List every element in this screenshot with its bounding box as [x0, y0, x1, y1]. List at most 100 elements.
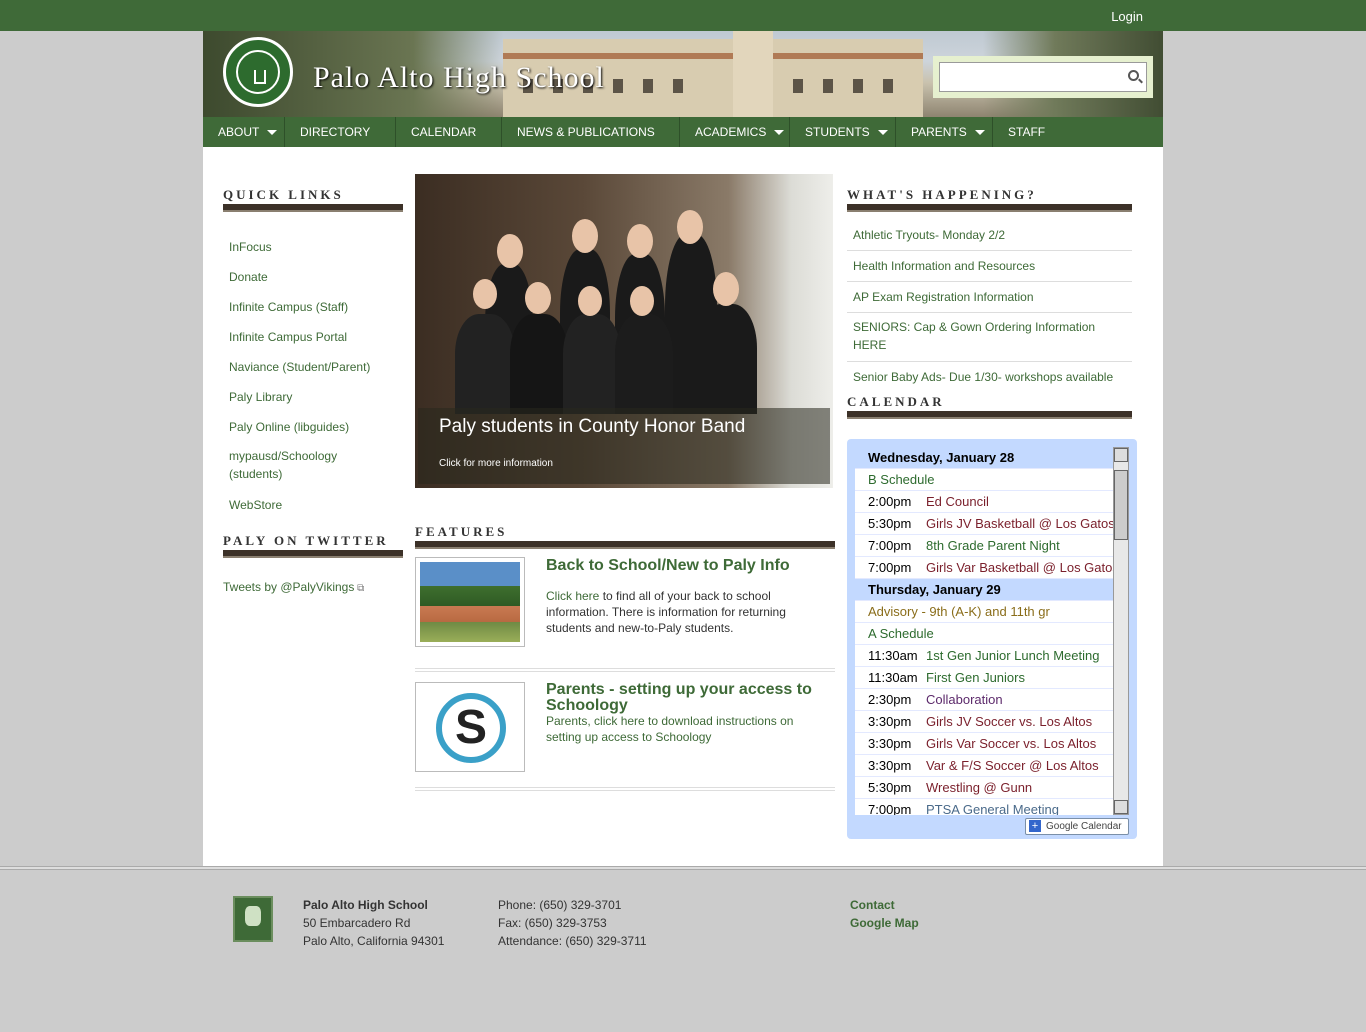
nav-students[interactable]: STUDENTS [790, 117, 896, 147]
feature-link[interactable]: Click here [546, 589, 599, 603]
nav-news-publications[interactable]: NEWS & PUBLICATIONS [502, 117, 680, 147]
footer-fax: Fax: (650) 329-3753 [498, 916, 607, 930]
twitter-link[interactable]: Tweets by @PalyVikings ⧉ [223, 580, 364, 594]
calendar-event[interactable]: 2:00pm Ed Council [855, 491, 1113, 513]
quick-link-item[interactable]: Infinite Campus Portal [229, 330, 347, 344]
scroll-down-arrow-icon[interactable] [1114, 800, 1128, 814]
calendar-event-title[interactable]: 1st Gen Junior Lunch Meeting [926, 645, 1099, 666]
news-item[interactable]: SENIORS: Cap & Gown Ordering Information… [853, 318, 1113, 354]
calendar-event[interactable]: 7:00pm Girls Var Basketball @ Los Gatos [855, 557, 1113, 579]
section-divider [847, 411, 1132, 419]
scroll-up-arrow-icon[interactable] [1114, 448, 1128, 462]
search-input[interactable] [939, 62, 1147, 92]
calendar-event-title[interactable]: First Gen Juniors [926, 667, 1025, 688]
footer-google-map-link[interactable]: Google Map [850, 916, 919, 930]
calendar-agenda[interactable]: Wednesday, January 28 B Schedule 2:00pm Ed … [855, 447, 1113, 815]
calendar-event-title[interactable]: Advisory - 9th (A-K) and 11th gr [868, 601, 1050, 622]
calendar-allday-event[interactable]: A Schedule [855, 623, 1113, 645]
quick-link-item[interactable]: mypausd/Schoology (students) [229, 447, 369, 483]
section-divider [847, 204, 1132, 212]
login-link[interactable]: Login [1111, 9, 1143, 24]
list-divider [847, 361, 1132, 362]
nav-academics[interactable]: ACADEMICS [680, 117, 790, 147]
calendar-event[interactable]: 7:00pm PTSA General Meeting [855, 799, 1113, 815]
calendar-event[interactable]: 5:30pm Wrestling @ Gunn [855, 777, 1113, 799]
footer-attendance: Attendance: (650) 329-3711 [498, 934, 647, 948]
calendar-event[interactable]: 11:30am 1st Gen Junior Lunch Meeting [855, 645, 1113, 667]
calendar-event-title[interactable]: Wrestling @ Gunn [926, 777, 1032, 798]
top-bar-inner: Login [203, 0, 1163, 31]
calendar-event-title[interactable]: PTSA General Meeting [926, 799, 1059, 815]
calendar-event-title[interactable]: 8th Grade Parent Night [926, 535, 1060, 556]
search-icon[interactable] [1128, 70, 1139, 81]
calendar-event[interactable]: 11:30am First Gen Juniors [855, 667, 1113, 689]
calendar-event-time: 3:30pm [868, 758, 912, 773]
quick-link-item[interactable]: Donate [229, 270, 268, 284]
calendar-event-title[interactable]: Girls JV Soccer vs. Los Altos [926, 711, 1092, 732]
feature-body-link[interactable]: Parents, click here to download instruct… [546, 713, 816, 745]
site-footer: Palo Alto High School 50 Embarcadero Rd … [203, 870, 1163, 1032]
footer-logo [233, 896, 273, 942]
section-divider [415, 541, 835, 549]
site-title[interactable]: Palo Alto High School [313, 61, 605, 95]
feature-title[interactable]: Back to School/New to Paly Info [546, 557, 790, 575]
news-item[interactable]: AP Exam Registration Information [853, 290, 1034, 304]
calendar-event-title[interactable]: A Schedule [868, 623, 934, 644]
nav-about[interactable]: ABOUT [203, 117, 285, 147]
nav-parents[interactable]: PARENTS [896, 117, 993, 147]
site-header: Palo Alto High School [203, 31, 1163, 117]
calendar-event-time: 7:00pm [868, 538, 912, 553]
featured-slideshow[interactable]: Paly students in County Honor Band Click… [415, 174, 833, 488]
calendar-event[interactable]: 3:30pm Girls Var Soccer vs. Los Altos [855, 733, 1113, 755]
news-item[interactable]: Senior Baby Ads- Due 1/30- workshops ava… [853, 370, 1113, 384]
feature-title[interactable]: Parents - setting up your access to Scho… [546, 682, 826, 714]
news-item[interactable]: Athletic Tryouts- Monday 2/2 [853, 228, 1005, 242]
calendar-allday-event[interactable]: B Schedule [855, 469, 1113, 491]
calendar-event-title[interactable]: Girls Var Soccer vs. Los Altos [926, 733, 1096, 754]
quick-link-item[interactable]: InFocus [229, 240, 272, 254]
nav-directory[interactable]: DIRECTORY [285, 117, 396, 147]
nav-staff[interactable]: STAFF [993, 117, 1063, 166]
google-calendar-button[interactable]: Google Calendar [1025, 818, 1129, 835]
whats-happening-title: WHAT'S HAPPENING? [847, 187, 1037, 202]
calendar-event-time: 7:00pm [868, 802, 912, 815]
scrollbar-thumb[interactable] [1114, 470, 1128, 540]
calendar-event[interactable]: 2:30pm Collaboration [855, 689, 1113, 711]
calendar-scrollbar[interactable] [1113, 447, 1129, 815]
feature-thumbnail[interactable]: S [415, 682, 525, 772]
quick-link-item[interactable]: Paly Library [229, 390, 292, 404]
calendar-event[interactable]: 3:30pm Var & F/S Soccer @ Los Altos [855, 755, 1113, 777]
slide-caption-title[interactable]: Paly students in County Honor Band [439, 416, 745, 438]
news-item[interactable]: Health Information and Resources [853, 259, 1035, 273]
calendar-event[interactable]: 3:30pm Girls JV Soccer vs. Los Altos [855, 711, 1113, 733]
quick-link-item[interactable]: Naviance (Student/Parent) [229, 360, 370, 374]
quick-link-item[interactable]: Paly Online (libguides) [229, 420, 349, 434]
calendar-event-title[interactable]: Ed Council [926, 491, 989, 512]
slide-caption-subtitle[interactable]: Click for more information [439, 458, 553, 469]
calendar-day-header[interactable]: Thursday, January 29 [855, 579, 1113, 601]
school-seal-logo[interactable] [223, 37, 293, 107]
calendar-event[interactable]: 7:00pm 8th Grade Parent Night [855, 535, 1113, 557]
dropdown-caret-icon [267, 130, 278, 136]
calendar-day-header[interactable]: Wednesday, January 28 [855, 447, 1113, 469]
quick-link-item[interactable]: WebStore [229, 498, 282, 512]
feature-thumbnail[interactable] [415, 557, 525, 647]
calendar-event-title[interactable]: Girls JV Basketball @ Los Gatos [926, 513, 1113, 534]
calendar-event[interactable]: 5:30pm Girls JV Basketball @ Los Gatos [855, 513, 1113, 535]
schoology-logo-icon: S [436, 693, 506, 763]
calendar-event-title[interactable]: Collaboration [926, 689, 1003, 710]
quick-link-item[interactable]: Infinite Campus (Staff) [229, 300, 348, 314]
nav-calendar[interactable]: CALENDAR [396, 117, 502, 147]
external-link-icon: ⧉ [354, 583, 365, 594]
slide-caption[interactable]: Paly students in County Honor Band Click… [418, 408, 830, 484]
search-box [933, 56, 1153, 98]
calendar-event-title[interactable]: B Schedule [868, 469, 935, 490]
calendar-event-time: 7:00pm [868, 560, 912, 575]
google-calendar-widget: Wednesday, January 28 B Schedule 2:00pm Ed … [847, 439, 1137, 839]
calendar-title: CALENDAR [847, 394, 945, 409]
calendar-event-title[interactable]: Girls Var Basketball @ Los Gatos [926, 557, 1113, 578]
section-divider [223, 550, 403, 558]
footer-contact-link[interactable]: Contact [850, 898, 895, 912]
calendar-event-title[interactable]: Var & F/S Soccer @ Los Altos [926, 755, 1099, 776]
calendar-allday-event[interactable]: Advisory - 9th (A-K) and 11th gr [855, 601, 1113, 623]
